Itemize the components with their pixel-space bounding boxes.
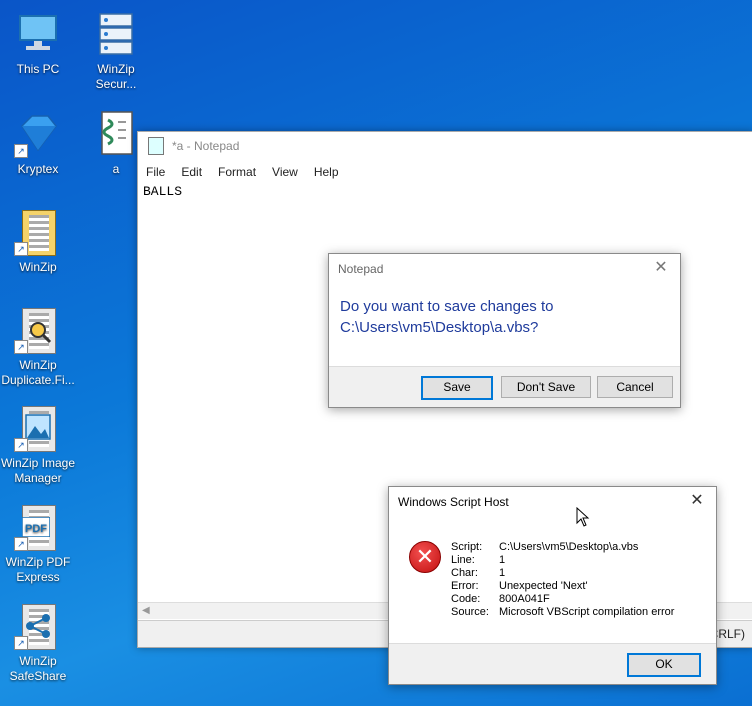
save-message-line1: Do you want to save changes to bbox=[340, 298, 554, 315]
menu-file[interactable]: File bbox=[146, 165, 165, 179]
scroll-left-icon[interactable]: ◀ bbox=[142, 603, 150, 619]
winzip-cabinet-icon: ↗ bbox=[14, 208, 62, 256]
windows-script-host-dialog[interactable]: Windows Script Host ✕ ✕ Script: C:\Users\… bbox=[388, 486, 717, 685]
desktop-icon-label: WinZip PDF Express bbox=[5, 555, 71, 584]
desktop-icon-winzip-image-manager[interactable]: ↗ WinZip Image Manager bbox=[0, 404, 76, 486]
save-changes-dialog[interactable]: Notepad ✕ Do you want to save changes to… bbox=[328, 253, 681, 408]
desktop-icon-label: WinZip Duplicate.Fi... bbox=[1, 358, 75, 387]
wsh-key: Char: bbox=[451, 567, 478, 579]
desktop-icon-label: Kryptex bbox=[17, 162, 59, 176]
notepad-icon bbox=[148, 137, 164, 155]
wsh-value: 1 bbox=[499, 554, 506, 566]
desktop-icon-winzip-safeshare[interactable]: ↗ WinZip SafeShare bbox=[0, 602, 76, 684]
wsh-row-source: Source: Microsoft VBScript compilation er… bbox=[451, 606, 674, 619]
ok-button[interactable]: OK bbox=[627, 653, 701, 677]
kryptex-diamond-icon: ↗ bbox=[14, 110, 62, 158]
error-icon: ✕ bbox=[409, 541, 441, 573]
desktop-icon-label: WinZip SafeShare bbox=[9, 654, 67, 683]
wsh-dialog-footer: OK bbox=[389, 643, 716, 684]
wsh-value: C:\Users\vm5\Desktop\a.vbs bbox=[499, 541, 639, 553]
wsh-value: Microsoft VBScript compilation error bbox=[499, 606, 675, 618]
wsh-row-script: Script: C:\Users\vm5\Desktop\a.vbs bbox=[451, 541, 674, 554]
close-icon[interactable]: ✕ bbox=[652, 259, 670, 277]
desktop-icon-label: This PC bbox=[16, 62, 60, 76]
cancel-button[interactable]: Cancel bbox=[597, 376, 673, 398]
menu-format[interactable]: Format bbox=[218, 165, 256, 179]
desktop-icon-label: WinZip Secur... bbox=[95, 62, 137, 91]
dont-save-button[interactable]: Don't Save bbox=[501, 376, 591, 398]
wsh-row-code: Code: 800A041F bbox=[451, 593, 674, 606]
shortcut-arrow-icon: ↗ bbox=[14, 340, 28, 354]
menu-help[interactable]: Help bbox=[314, 165, 339, 179]
notepad-title: *a - Notepad bbox=[172, 139, 240, 153]
save-button[interactable]: Save bbox=[421, 376, 493, 400]
save-dialog-footer: Save Don't Save Cancel bbox=[329, 366, 680, 407]
winzip-share-icon: ↗ bbox=[14, 602, 62, 650]
shortcut-arrow-icon: ↗ bbox=[14, 636, 28, 650]
winzip-pdf-icon: PDF ↗ bbox=[14, 503, 62, 551]
computer-icon bbox=[14, 10, 62, 58]
wsh-dialog-title-bar[interactable]: Windows Script Host ✕ bbox=[389, 487, 716, 517]
notepad-menu-bar: File Edit Format View Help bbox=[138, 160, 752, 184]
notepad-title-bar[interactable]: *a - Notepad bbox=[138, 132, 752, 160]
desktop-icon-label: WinZip Image Manager bbox=[0, 456, 76, 485]
desktop-icon-winzip[interactable]: ↗ WinZip bbox=[0, 208, 76, 275]
wsh-dialog-title: Windows Script Host bbox=[398, 495, 509, 509]
save-dialog-message: Do you want to save changes to C:\Users\… bbox=[340, 296, 553, 338]
vbscript-file-icon bbox=[92, 110, 140, 158]
wsh-row-line: Line: 1 bbox=[451, 554, 674, 567]
menu-edit[interactable]: Edit bbox=[181, 165, 202, 179]
wsh-key: Source: bbox=[451, 606, 489, 618]
desktop-icon-kryptex[interactable]: ↗ Kryptex bbox=[0, 110, 76, 177]
winzip-server-icon bbox=[92, 10, 140, 58]
wsh-key: Script: bbox=[451, 541, 483, 553]
winzip-duplicate-icon: ↗ bbox=[14, 306, 62, 354]
winzip-image-icon: ↗ bbox=[14, 404, 62, 452]
shortcut-arrow-icon: ↗ bbox=[14, 438, 28, 452]
save-dialog-title-bar[interactable]: Notepad ✕ bbox=[329, 254, 680, 284]
wsh-key: Line: bbox=[451, 554, 475, 566]
wsh-error-details: Script: C:\Users\vm5\Desktop\a.vbs Line: 1… bbox=[451, 541, 674, 619]
desktop-icon-label: WinZip bbox=[19, 260, 57, 274]
wsh-value: Unexpected 'Next' bbox=[499, 580, 588, 592]
desktop-icon-winzip-duplicate[interactable]: ↗ WinZip Duplicate.Fi... bbox=[0, 306, 76, 388]
wsh-row-char: Char: 1 bbox=[451, 567, 674, 580]
wsh-key: Code: bbox=[451, 593, 481, 605]
wsh-row-error: Error: Unexpected 'Next' bbox=[451, 580, 674, 593]
save-dialog-title: Notepad bbox=[338, 262, 384, 276]
wsh-key: Error: bbox=[451, 580, 479, 592]
wsh-value: 1 bbox=[499, 567, 506, 579]
notepad-text-area[interactable]: BALLS bbox=[143, 184, 182, 199]
desktop-icon-this-pc[interactable]: This PC bbox=[0, 10, 76, 77]
wsh-value: 800A041F bbox=[499, 593, 550, 605]
svg-text:PDF: PDF bbox=[25, 523, 47, 535]
menu-view[interactable]: View bbox=[272, 165, 298, 179]
close-icon[interactable]: ✕ bbox=[688, 492, 706, 510]
shortcut-arrow-icon: ↗ bbox=[14, 242, 28, 256]
shortcut-arrow-icon: ↗ bbox=[14, 537, 28, 551]
desktop-icon-winzip-pdf-express[interactable]: PDF ↗ WinZip PDF Express bbox=[0, 503, 76, 585]
mouse-cursor-icon bbox=[576, 507, 590, 527]
save-message-line2: C:\Users\vm5\Desktop\a.vbs? bbox=[340, 319, 539, 336]
shortcut-arrow-icon: ↗ bbox=[14, 144, 28, 158]
desktop-icon-winzip-secure[interactable]: WinZip Secur... bbox=[78, 10, 154, 92]
